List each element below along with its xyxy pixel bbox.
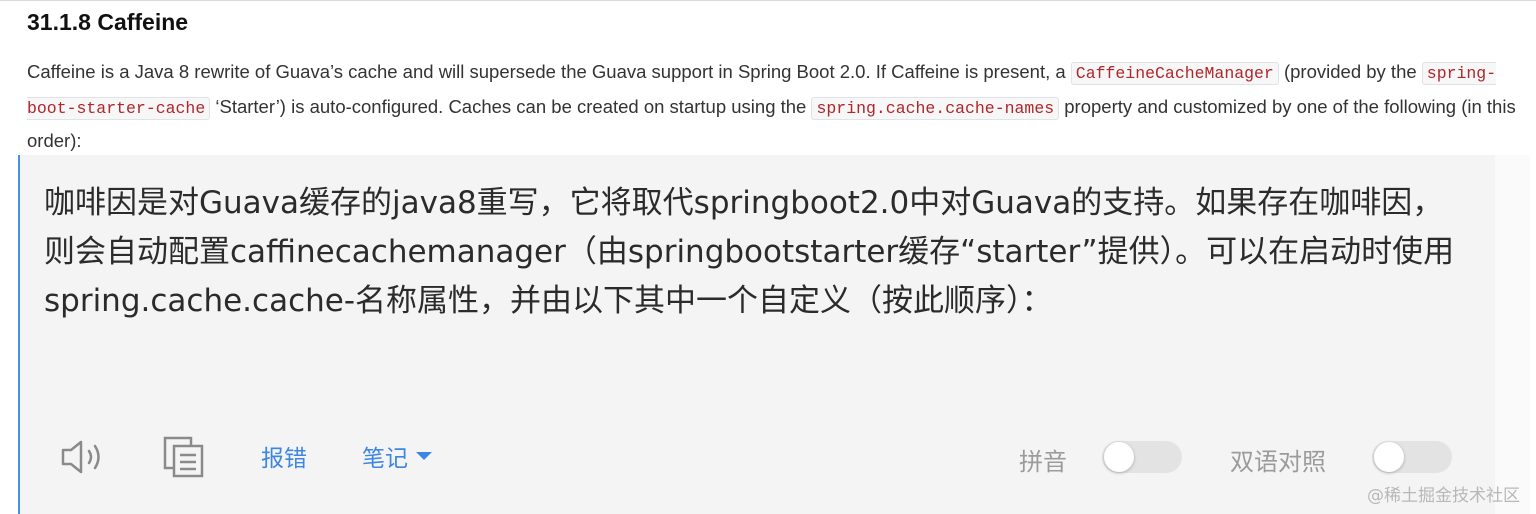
notes-label: 笔记	[362, 446, 408, 472]
paragraph-text: Caffeine is a Java 8 rewrite of Guava’s …	[27, 61, 1071, 82]
paragraph-text: ‘Starter’) is auto-configured. Caches ca…	[210, 95, 812, 117]
bilingual-toggle[interactable]	[1372, 441, 1452, 473]
section-heading: 31.1.8 Caffeine	[27, 9, 189, 35]
toggle-knob	[1104, 442, 1134, 472]
toggle-knob	[1374, 442, 1404, 472]
section-paragraph: Caffeine is a Java 8 rewrite of Guava’s …	[27, 56, 1527, 158]
bilingual-label: 双语对照	[1230, 448, 1326, 476]
watermark: @稀土掘金技术社区	[1367, 486, 1520, 506]
panel-right-gutter	[1495, 155, 1530, 514]
translation-panel: 咖啡因是对Guava缓存的java8重写，它将取代springboot2.0中对…	[18, 155, 1495, 514]
paragraph-text: (provided by the	[1278, 61, 1422, 82]
caret-down-icon	[416, 452, 432, 460]
notes-dropdown[interactable]: 笔记	[362, 439, 432, 473]
code-cache-names-property: spring.cache.cache-names	[811, 96, 1060, 120]
report-error-link[interactable]: 报错	[261, 439, 307, 473]
pinyin-label: 拼音	[1019, 448, 1067, 476]
translation-text: 咖啡因是对Guava缓存的java8重写，它将取代springboot2.0中对…	[44, 185, 1455, 319]
pinyin-toggle[interactable]	[1102, 441, 1182, 473]
speaker-icon[interactable]	[60, 437, 112, 477]
code-caffeine-cache-manager: CaffeineCacheManager	[1070, 62, 1279, 85]
copy-icon[interactable]	[162, 435, 206, 479]
top-divider	[0, 0, 1536, 1]
